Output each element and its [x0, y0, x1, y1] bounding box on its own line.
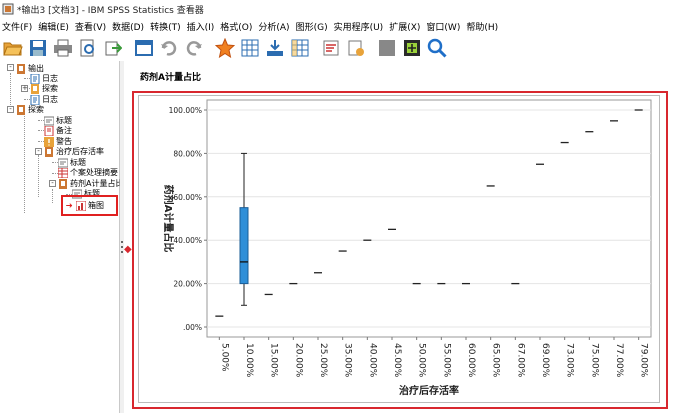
menu-window[interactable]: 窗口(W)	[426, 20, 466, 33]
collapse-toggle[interactable]: -	[49, 180, 56, 187]
x-tick-label: 15.00%	[269, 343, 279, 378]
x-tick-label: 45.00%	[392, 343, 402, 378]
collapse-toggle[interactable]: -	[7, 106, 14, 113]
output-book-icon	[17, 63, 25, 74]
menu-bar: 文件(F) 编辑(E) 查看(V) 数据(D) 转换(T) 插入(I) 格式(O…	[0, 18, 680, 35]
menu-utilities[interactable]: 实用程序(U)	[334, 20, 390, 33]
boxplot-svg: 100.00% 80.00% 60.00% 40.00% 20.00% .00% 5.00%…	[162, 99, 652, 397]
x-tick-label: 40.00%	[367, 343, 377, 378]
goto-case-icon[interactable]	[239, 37, 261, 59]
x-tick-label: 73.00%	[565, 343, 575, 378]
outline-pane: - 输出 日志 + 探索 日志 - 探索 标题 备注 警告 - 治疗后存活率 标…	[0, 61, 123, 413]
tree-node-notes[interactable]: 备注	[44, 125, 72, 136]
menu-graphs[interactable]: 图形(G)	[296, 20, 334, 33]
notes-icon	[44, 125, 54, 136]
x-tick-label: 25.00%	[318, 343, 328, 378]
chart-plot: 100.00% 80.00% 60.00% 40.00% 20.00% .00% 5.00%…	[138, 95, 660, 403]
hide-icon[interactable]	[376, 37, 398, 59]
chart-icon	[76, 200, 86, 211]
output-title: 药剂A计量占比	[140, 73, 201, 83]
x-tick-label: 20.00%	[293, 343, 303, 378]
x-tick-label: 50.00%	[417, 343, 427, 378]
box-body	[239, 207, 249, 285]
collapse-toggle[interactable]: -	[7, 64, 14, 71]
output-content-pane: 药剂A计量占比 ◆ 100.00% 80.00% 60.00% 40.00% 20.00…	[124, 61, 680, 413]
procedure-book-icon	[59, 178, 67, 189]
spss-app-icon	[2, 3, 14, 15]
menu-analyze[interactable]: 分析(A)	[258, 20, 295, 33]
menu-file[interactable]: 文件(F)	[2, 20, 38, 33]
goto-data-icon[interactable]	[214, 37, 236, 59]
save-icon[interactable]	[27, 37, 49, 59]
undo-icon[interactable]	[158, 37, 180, 59]
y-tick-label: 20.00%	[173, 280, 202, 289]
menu-edit[interactable]: 编辑(E)	[38, 20, 75, 33]
menu-extensions[interactable]: 扩展(X)	[389, 20, 426, 33]
y-tick-label: 100.00%	[169, 106, 202, 115]
title-icon	[58, 158, 68, 167]
x-tick-label: 75.00%	[589, 343, 599, 378]
tree-node-explore-2[interactable]: 探索	[16, 104, 44, 115]
y-tick-label: .00%	[183, 323, 202, 332]
x-tick-label: 67.00%	[515, 343, 525, 378]
log-icon	[30, 73, 40, 84]
insert-text-icon[interactable]	[345, 37, 367, 59]
y-tick-label: 40.00%	[173, 236, 202, 245]
table-icon	[58, 167, 68, 178]
zoom-icon[interactable]	[426, 37, 448, 59]
menu-insert[interactable]: 插入(I)	[187, 20, 221, 33]
tree-node-boxplot[interactable]: 箱图	[76, 200, 104, 211]
log-icon	[30, 94, 40, 105]
tree-node-case-summary[interactable]: 个案处理摘要	[58, 167, 118, 178]
x-tick-label: 10.00%	[244, 343, 254, 378]
expand-toggle[interactable]: +	[21, 85, 28, 92]
export-icon[interactable]	[102, 37, 124, 59]
y-tick-label: 80.00%	[173, 149, 202, 158]
goto-variable-icon[interactable]	[264, 37, 286, 59]
plot-frame	[206, 99, 652, 338]
explore-book-icon	[17, 104, 25, 115]
x-tick-label: 55.00%	[441, 343, 451, 378]
tree-node-survival[interactable]: 治疗后存活率	[44, 146, 104, 157]
x-tick-label: 79.00%	[639, 343, 649, 378]
recall-dialog-icon[interactable]	[133, 37, 155, 59]
collapse-toggle[interactable]: -	[35, 148, 42, 155]
window-title: *输出3 [文档3] - IBM SPSS Statistics 查看器	[17, 5, 204, 16]
menu-help[interactable]: 帮助(H)	[466, 20, 504, 33]
title-icon	[44, 116, 54, 125]
x-tick-label: 77.00%	[614, 343, 624, 378]
menu-transform[interactable]: 转换(T)	[150, 20, 187, 33]
warning-icon	[44, 136, 54, 147]
x-axis-title: 治疗后存活率	[399, 384, 459, 397]
menu-format[interactable]: 格式(O)	[220, 20, 258, 33]
current-item-arrow-icon: ➜	[66, 201, 73, 210]
x-tick-label: 60.00%	[466, 343, 476, 378]
current-output-marker-icon: ◆	[124, 244, 132, 255]
menu-view[interactable]: 查看(V)	[75, 20, 112, 33]
toolbar	[0, 35, 680, 61]
print-preview-icon[interactable]	[77, 37, 99, 59]
explore-book-icon	[31, 83, 39, 94]
procedure-book-icon	[45, 146, 53, 157]
x-tick-label: 65.00%	[491, 343, 501, 378]
create-title-icon[interactable]	[320, 37, 342, 59]
x-tick-label: 35.00%	[343, 343, 353, 378]
y-tick-label: 60.00%	[173, 193, 202, 202]
variables-icon[interactable]	[289, 37, 311, 59]
show-icon[interactable]	[401, 37, 423, 59]
redo-icon[interactable]	[183, 37, 205, 59]
title-bar: *输出3 [文档3] - IBM SPSS Statistics 查看器	[0, 0, 680, 18]
menu-data[interactable]: 数据(D)	[112, 20, 150, 33]
tree-node-explore[interactable]: 探索	[30, 83, 58, 94]
x-tick-label: 69.00%	[540, 343, 550, 378]
y-axis-title: 药剂A计量占比	[162, 185, 175, 253]
x-tick-label: 5.00%	[219, 343, 229, 372]
open-icon[interactable]	[2, 37, 24, 59]
print-icon[interactable]	[52, 37, 74, 59]
